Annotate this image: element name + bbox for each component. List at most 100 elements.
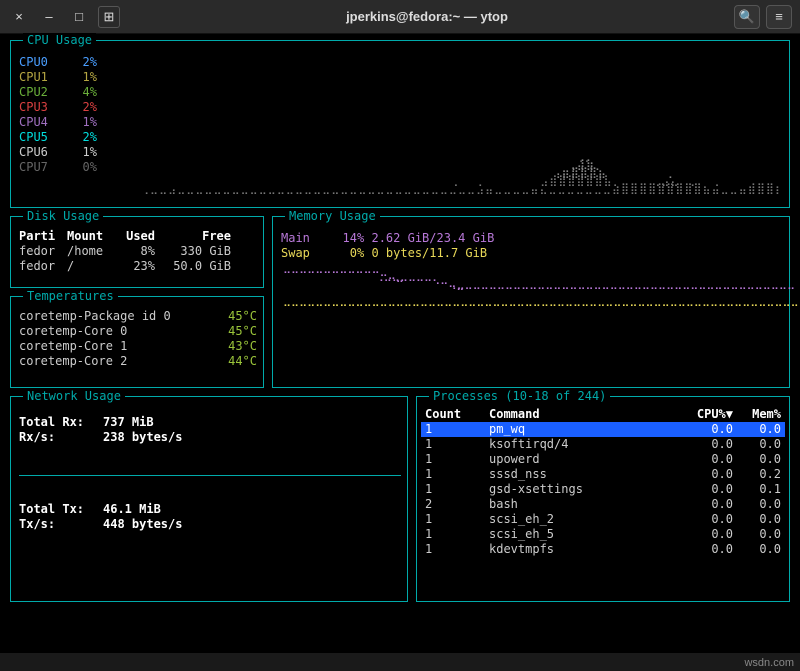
proc-mem: 0.0 [733,527,781,542]
cpu-core-pct: 2% [63,130,97,145]
proc-cpu: 0.0 [685,482,733,497]
proc-count: 1 [425,542,489,557]
menu-button[interactable]: ≡ [766,5,792,29]
proc-count: 2 [425,497,489,512]
new-tab-button[interactable]: ⊞ [98,6,120,28]
window-title: jperkins@fedora:~ — ytop [120,9,734,24]
cpu-core-pct: 2% [63,100,97,115]
proc-mem: 0.0 [733,422,781,437]
net-tx-rate-label: Tx/s: [19,517,103,532]
disk-used: 8% [115,244,155,259]
proc-count: 1 [425,452,489,467]
proc-count: 1 [425,482,489,497]
disk-usage-panel: Disk Usage Parti Mount Used Free fedor/h… [10,216,264,288]
temp-sensor-name: coretemp-Core 0 [19,324,213,339]
window-titlebar: × – □ ⊞ jperkins@fedora:~ — ytop 🔍 ≡ [0,0,800,34]
temperatures-panel: Temperatures coretemp-Package id 045°Cco… [10,296,264,388]
disk-panel-title: Disk Usage [23,209,103,224]
disk-mount: / [67,259,115,274]
cpu-core-pct: 1% [63,70,97,85]
disk-mount: /home [67,244,115,259]
net-rx-total: 737 MiB [103,415,154,430]
minimize-button[interactable]: – [38,6,60,28]
temp-row: coretemp-Core 244°C [19,354,257,369]
cpu-panel-title: CPU Usage [23,33,96,48]
temp-value: 44°C [213,354,257,369]
net-tx-rate: 448 bytes/s [103,517,182,532]
disk-header-mount: Mount [67,229,115,244]
disk-parti: fedor [19,244,67,259]
proc-cpu: 0.0 [685,422,733,437]
proc-mem: 0.0 [733,497,781,512]
proc-header-count[interactable]: Count [425,407,489,422]
proc-mem: 0.1 [733,482,781,497]
mem-main-label: Main [281,231,323,246]
temp-sensor-name: coretemp-Core 2 [19,354,213,369]
proc-command: kdevtmpfs [489,542,685,557]
network-usage-panel: Network Usage Total Rx:737 MiB Rx/s:238 … [10,396,408,602]
cpu-core-name: CPU0 [19,55,63,70]
close-button[interactable]: × [8,6,30,28]
process-row[interactable]: 2bash0.00.0 [421,497,785,512]
proc-command: pm_wq [489,422,685,437]
proc-cpu: 0.0 [685,467,733,482]
net-rx-total-label: Total Rx: [19,415,103,430]
net-divider [19,475,401,476]
disk-header-used: Used [115,229,155,244]
process-row[interactable]: 1pm_wq0.00.0 [421,422,785,437]
net-tx-total: 46.1 MiB [103,502,161,517]
disk-free: 330 GiB [155,244,231,259]
proc-header-cpu[interactable]: CPU%▼ [685,407,733,422]
proc-command: scsi_eh_5 [489,527,685,542]
cpu-core-name: CPU6 [19,145,63,160]
proc-command: gsd-xsettings [489,482,685,497]
cpu-core-name: CPU4 [19,115,63,130]
proc-cpu: 0.0 [685,497,733,512]
proc-cpu: 0.0 [685,527,733,542]
proc-header-mem[interactable]: Mem% [733,407,781,422]
proc-header-command[interactable]: Command [489,407,685,422]
process-row[interactable]: 1kdevtmpfs0.00.0 [421,542,785,557]
disk-free: 50.0 GiB [155,259,231,274]
cpu-core-pct: 4% [63,85,97,100]
disk-header-partition: Parti [19,229,67,244]
process-row[interactable]: 1upowerd0.00.0 [421,452,785,467]
maximize-button[interactable]: □ [68,6,90,28]
cpu-core-name: CPU3 [19,100,63,115]
process-row[interactable]: 1scsi_eh_50.00.0 [421,527,785,542]
processes-panel: Processes (10-18 of 244) Count Command C… [416,396,790,602]
proc-cpu: 0.0 [685,512,733,527]
disk-header-free: Free [155,229,231,244]
search-button[interactable]: 🔍 [734,5,760,29]
cpu-core-name: CPU2 [19,85,63,100]
proc-command: bash [489,497,685,512]
proc-command: scsi_eh_2 [489,512,685,527]
mem-swap-label: Swap [281,246,323,261]
temp-row: coretemp-Package id 045°C [19,309,257,324]
temp-row: coretemp-Core 045°C [19,324,257,339]
proc-count: 1 [425,512,489,527]
memory-usage-panel: Memory Usage Main 14% 2.62 GiB/23.4 GiB … [272,216,790,388]
cpu-core-pct: 1% [63,115,97,130]
process-row[interactable]: 1sssd_nss0.00.2 [421,467,785,482]
process-row[interactable]: 1scsi_eh_20.00.0 [421,512,785,527]
cpu-graph: ⢀⡀ ⢀⣼⣷⡀ ⢠⣶⣿⣿⣿⣦ ⡀ ⡀ ⡀ ⣠⣾⣿⣿⣿⣿⣿⣧⡀ ⢀ [141,61,779,201]
proc-mem: 0.0 [733,452,781,467]
net-rx-rate-label: Rx/s: [19,430,103,445]
net-tx-total-label: Total Tx: [19,502,103,517]
cpu-core-name: CPU1 [19,70,63,85]
proc-mem: 0.0 [733,512,781,527]
disk-row: fedor/home8%330 GiB [19,244,257,259]
cpu-usage-panel: CPU Usage CPU02%CPU11%CPU24%CPU32%CPU41%… [10,40,790,208]
temp-value: 45°C [213,309,257,324]
proc-cpu: 0.0 [685,437,733,452]
process-row[interactable]: 1gsd-xsettings0.00.1 [421,482,785,497]
menu-icon: ≡ [775,9,783,24]
proc-mem: 0.0 [733,437,781,452]
mem-main-pct: 14% [330,231,364,246]
terminal-area: CPU Usage CPU02%CPU11%CPU24%CPU32%CPU41%… [0,34,800,653]
mem-swap-pct: 0% [330,246,364,261]
process-row[interactable]: 1ksoftirqd/40.00.0 [421,437,785,452]
mem-panel-title: Memory Usage [285,209,380,224]
proc-cpu: 0.0 [685,542,733,557]
